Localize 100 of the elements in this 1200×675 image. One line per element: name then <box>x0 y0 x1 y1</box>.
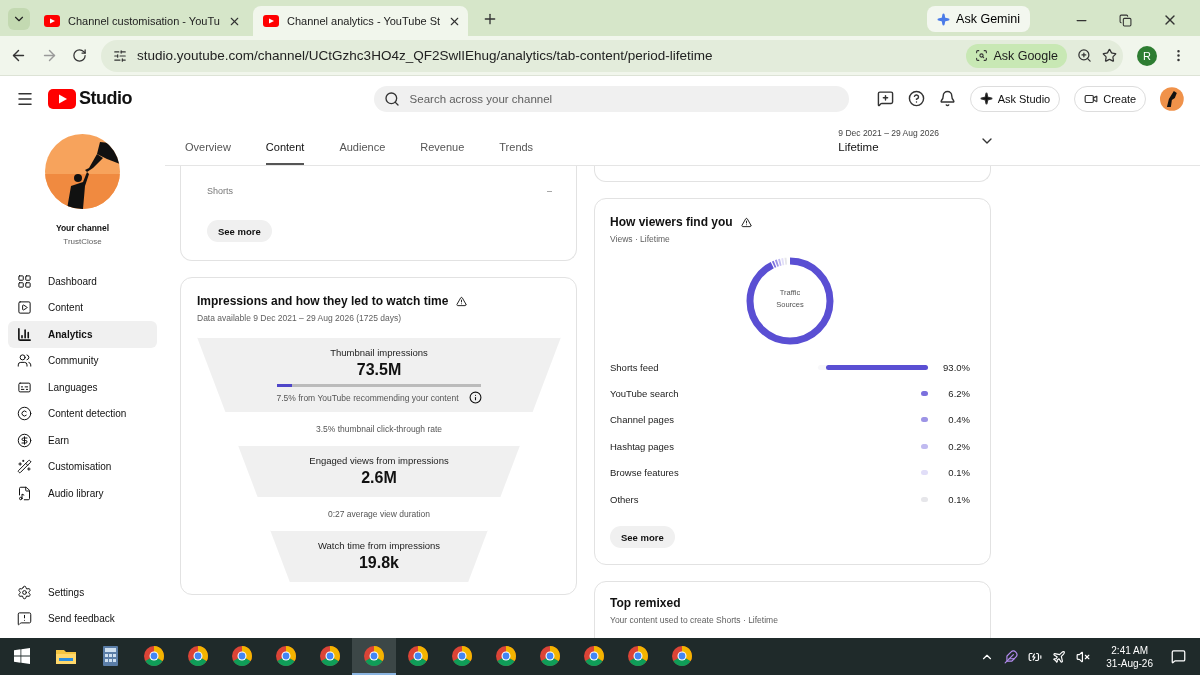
sidebar-item[interactable]: Content detection <box>8 400 157 427</box>
browser-icon[interactable] <box>540 645 560 666</box>
browser-icon[interactable] <box>452 645 472 666</box>
source-label: Shorts feed <box>610 361 660 373</box>
source-value: 0.4% <box>947 414 970 426</box>
browser-icon[interactable] <box>628 645 648 666</box>
funnel-rate: 0:27 average view duration <box>327 508 431 519</box>
studio-logo[interactable]: Studio <box>48 88 360 109</box>
period-label: Lifetime <box>838 141 880 153</box>
search-icon <box>383 90 400 107</box>
browser-tab[interactable]: Channel analytics - YouTube St <box>253 6 468 36</box>
sidebar-item[interactable]: Settings <box>8 579 157 606</box>
analytics-tab[interactable]: Content <box>265 141 305 165</box>
analytics-tab[interactable]: Audience <box>339 141 386 165</box>
address-bar[interactable]: studio.youtube.com/channel/UCtGzhc3HO4z_QF2SwlIEhug/analytics/tab-content/period-lifetime Ask Google <box>101 39 1123 72</box>
sidebar-item[interactable]: Send feedback <box>8 605 157 632</box>
music-file-icon <box>17 485 32 501</box>
browser-icon[interactable] <box>496 645 516 666</box>
browser-icon[interactable] <box>188 645 208 666</box>
source-value: 0.1% <box>947 467 970 479</box>
zoom-icon[interactable] <box>1077 48 1092 63</box>
period-selector[interactable]: 9 Dec 2021 – 29 Aug 2026 Lifetime <box>838 128 995 165</box>
calculator-icon[interactable] <box>102 645 118 666</box>
analytics-tab[interactable]: Trends <box>499 141 534 165</box>
browser-icon[interactable] <box>320 645 340 666</box>
dashboard-icon <box>17 273 32 289</box>
source-label: Channel pages <box>610 414 675 426</box>
browser-icon[interactable] <box>276 645 296 666</box>
wand-icon <box>17 459 32 475</box>
dollar-icon <box>17 432 32 448</box>
browser-icon[interactable] <box>408 645 428 666</box>
notifications-icon[interactable] <box>938 90 956 107</box>
warning-icon[interactable] <box>456 295 468 307</box>
sidebar-item[interactable]: Earn <box>8 427 157 454</box>
browser-icon[interactable] <box>364 645 384 666</box>
sidebar-item[interactable]: Languages <box>8 374 157 401</box>
analytics-icon <box>17 326 32 342</box>
browser-icon[interactable] <box>584 645 604 666</box>
row-value: – <box>547 186 552 196</box>
back-icon[interactable] <box>10 47 27 64</box>
channel-label: Your channel <box>55 223 110 233</box>
analytics-tab[interactable]: Overview <box>185 141 231 165</box>
tab-search-button[interactable] <box>8 8 30 30</box>
avatar-icon[interactable] <box>1160 86 1184 111</box>
see-more-button[interactable]: See more <box>610 526 675 549</box>
source-value: 93.0% <box>942 361 970 373</box>
source-value: 0.1% <box>947 493 970 505</box>
sidebar-item[interactable]: Customisation <box>8 453 157 480</box>
card-subtitle: Your content used to create Shorts · Lifetime <box>610 615 779 626</box>
sparkle-icon <box>937 12 951 26</box>
settings-icon <box>17 584 32 600</box>
sidebar-item[interactable]: Community <box>8 347 157 374</box>
forward-icon[interactable] <box>41 47 58 64</box>
channel-name: TrustClose <box>63 237 102 246</box>
funnel-note: 7.5% from YouTube recommending your content <box>276 392 459 403</box>
ask-gemini-button[interactable]: Ask Gemini <box>927 6 1030 32</box>
create-button[interactable]: Create <box>1074 85 1147 112</box>
ask-studio-button[interactable]: Ask Studio <box>969 85 1061 112</box>
funnel-label: Engaged views from impressions <box>309 455 449 466</box>
warning-icon[interactable] <box>740 216 752 228</box>
browser-tab[interactable]: Channel customisation - YouTu <box>34 6 249 36</box>
restore-icon[interactable] <box>1119 13 1132 27</box>
see-more-button[interactable]: See more <box>207 220 272 242</box>
funnel-value: 2.6M <box>361 469 397 487</box>
funnel-value: 73.5M <box>356 361 402 379</box>
source-label: Browse features <box>610 467 680 479</box>
profile-button[interactable]: R <box>1137 45 1157 66</box>
play-logo-icon <box>48 88 76 109</box>
message-icon[interactable] <box>876 90 894 107</box>
browser-icon[interactable] <box>144 645 164 666</box>
star-icon[interactable] <box>1102 48 1117 63</box>
funnel-value: 19.8k <box>358 554 399 572</box>
funnel-label: Thumbnail impressions <box>330 347 428 358</box>
sidebar-item[interactable]: Audio library <box>8 480 157 507</box>
youtube-icon <box>263 15 279 27</box>
browser-icon[interactable] <box>672 645 692 666</box>
clock[interactable]: 2:41 AM 31-Aug-26 <box>1106 644 1153 669</box>
ask-google-button[interactable]: Ask Google <box>966 43 1067 68</box>
source-value: 0.2% <box>947 440 970 452</box>
source-label: YouTube search <box>610 388 680 400</box>
site-settings-icon[interactable] <box>113 48 127 63</box>
folder-icon[interactable] <box>56 647 76 664</box>
windows-icon[interactable] <box>14 647 30 664</box>
browser-icon[interactable] <box>232 645 252 666</box>
mute-icon[interactable] <box>1076 649 1091 664</box>
sidebar-item[interactable]: Analytics <box>8 321 157 348</box>
feather-icon[interactable] <box>1004 649 1019 664</box>
feedback-icon <box>17 611 32 627</box>
sidebar-item[interactable]: Content <box>8 294 157 321</box>
analytics-tab[interactable]: Revenue <box>420 141 465 165</box>
notification-icon[interactable] <box>1171 649 1186 664</box>
funnel-rate: 3.5% thumbnail click-through rate <box>315 423 443 434</box>
sidebar-item[interactable]: Dashboard <box>8 268 157 295</box>
help-icon[interactable] <box>907 90 925 107</box>
info-icon[interactable] <box>468 391 482 404</box>
new-tab-icon[interactable] <box>482 11 498 27</box>
card-title: How viewers find you <box>610 215 733 229</box>
airplane-icon[interactable] <box>1052 649 1067 664</box>
source-label: Hashtag pages <box>610 440 675 452</box>
reload-icon[interactable] <box>72 48 87 63</box>
